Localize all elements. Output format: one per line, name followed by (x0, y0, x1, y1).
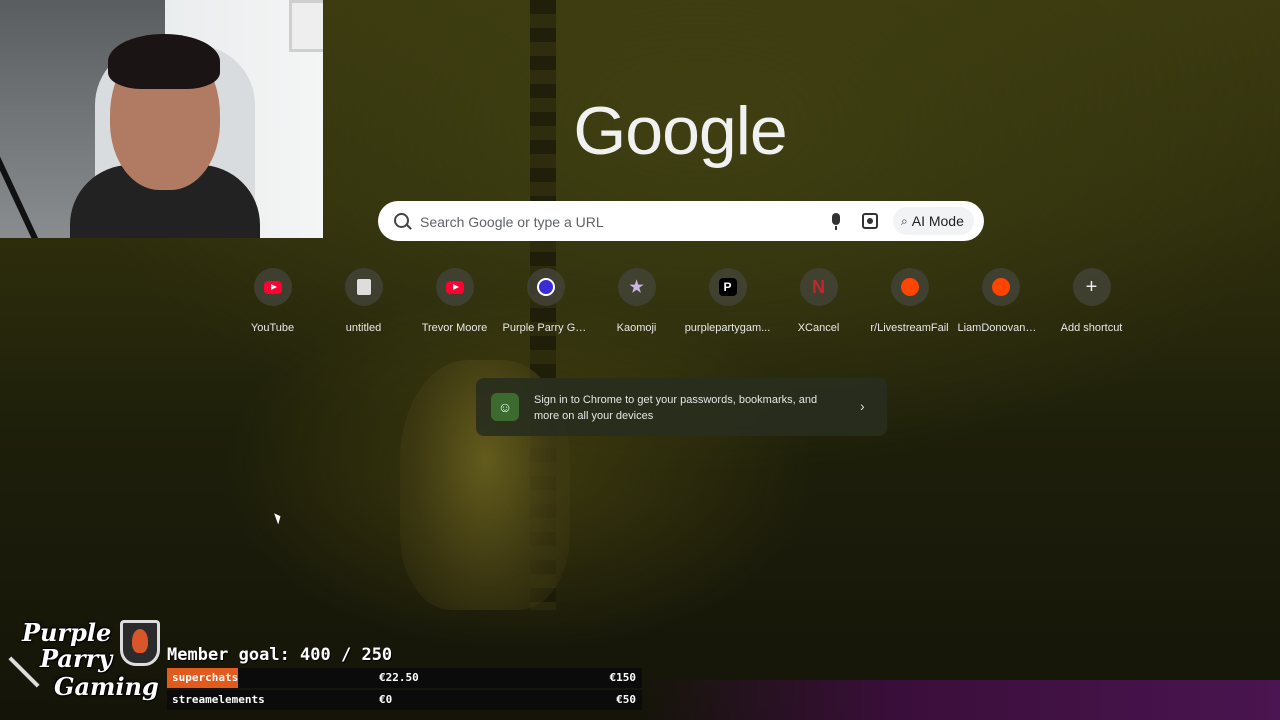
bottom-glow (640, 680, 1280, 720)
shortcut-livestreamfail[interactable]: r/LivestreamFail (864, 268, 955, 334)
brand-word: Parry (40, 644, 113, 673)
n-icon: N (812, 276, 825, 297)
streamelements-bar: streamelements €0 €50 (167, 690, 642, 710)
mouse-cursor (274, 511, 283, 525)
purple-parry-icon (536, 278, 555, 296)
shortcut-purplepartygaming[interactable]: P purplepartygam... (682, 268, 773, 334)
shortcut-label: Trevor Moore (421, 322, 488, 334)
shortcut-kaomoji[interactable]: ★ Kaomoji (591, 268, 682, 334)
search-input[interactable] (418, 201, 822, 243)
youtube-icon (445, 280, 464, 294)
shortcut-label: Purple Parry Ga... (502, 322, 589, 334)
webcam-picture-frame (289, 0, 323, 52)
shortcut-label: untitled (345, 322, 382, 334)
youtube-icon (263, 280, 282, 294)
crest-icon (120, 620, 160, 666)
star-icon: ★ (629, 279, 644, 296)
shortcut-label: r/LivestreamFail (870, 322, 949, 334)
search-box[interactable]: ⌕ AI Mode (378, 201, 984, 243)
signin-promo[interactable]: ☺ Sign in to Chrome to get your password… (476, 378, 887, 436)
reddit-icon (900, 278, 919, 296)
bar-current: €0 (379, 693, 393, 706)
flame-icon (132, 629, 148, 653)
reddit-icon (991, 278, 1010, 296)
search-icon (394, 213, 409, 228)
document-icon (356, 279, 371, 295)
ai-mode-label: AI Mode (911, 213, 964, 229)
shortcut-label: YouTube (250, 322, 295, 334)
bar-name: superchats (172, 671, 239, 684)
signin-text: Sign in to Chrome to get your passwords,… (534, 394, 818, 422)
p-icon: P (718, 278, 737, 296)
shortcut-label: LiamDonovanM... (957, 322, 1044, 334)
microphone-icon[interactable] (832, 213, 840, 230)
chevron-right-icon: › (860, 398, 865, 414)
bar-name: streamelements (172, 693, 265, 706)
bar-max: €50 (616, 693, 636, 706)
shortcut-label: XCancel (797, 322, 840, 334)
member-goal-text: Member goal: 400 / 250 (167, 645, 393, 665)
sword-icon (8, 656, 40, 688)
shortcut-add[interactable]: + Add shortcut (1046, 268, 1137, 334)
shortcut-tiles: YouTube untitled Trevor Moore Purple Par… (227, 268, 1137, 334)
ai-mode-button[interactable]: ⌕ AI Mode (893, 207, 974, 235)
shortcut-label: purplepartygam... (684, 322, 771, 334)
account-icon: ☺ (491, 393, 519, 421)
brand-word: Gaming (54, 672, 159, 701)
shortcut-xcancel[interactable]: N XCancel (773, 268, 864, 334)
stream-brand-logo: Purple Parry Gaming (4, 618, 162, 714)
webcam-streamer-hair (108, 34, 220, 89)
shortcut-youtube[interactable]: YouTube (227, 268, 318, 334)
plus-icon: + (1085, 275, 1098, 298)
bar-max: €150 (609, 671, 637, 684)
camera-lens-icon[interactable] (862, 213, 878, 229)
shortcut-untitled[interactable]: untitled (318, 268, 409, 334)
brand-word: Purple (22, 618, 112, 647)
bar-current: €22.50 (379, 671, 419, 684)
google-logo: Google (573, 93, 787, 169)
shortcut-purple-parry[interactable]: Purple Parry Ga... (500, 268, 591, 334)
shortcut-liamdonovan[interactable]: LiamDonovanM... (955, 268, 1046, 334)
superchats-bar: superchats €22.50 €150 (167, 668, 642, 688)
shortcut-label: Kaomoji (616, 322, 657, 334)
shortcut-label: Add shortcut (1060, 322, 1123, 334)
sparkle-search-icon: ⌕ (901, 213, 908, 228)
shortcut-trevor-moore[interactable]: Trevor Moore (409, 268, 500, 334)
